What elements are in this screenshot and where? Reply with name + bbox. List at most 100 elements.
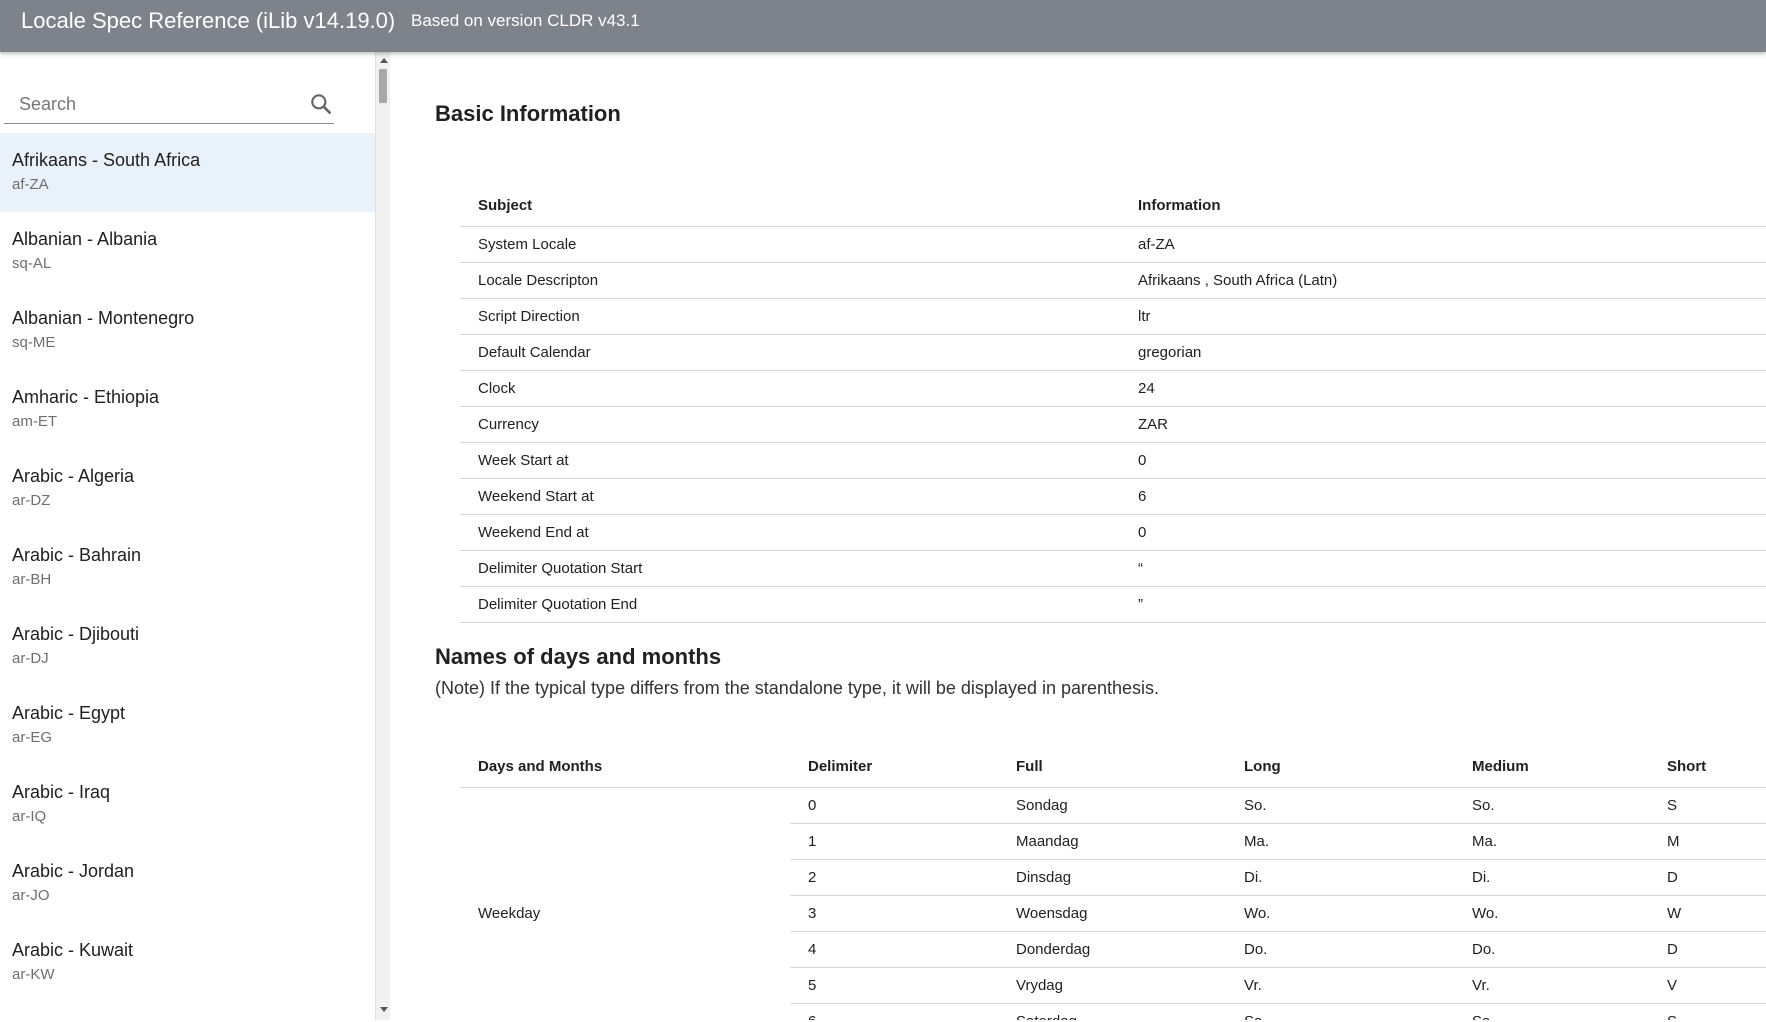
basic-info-heading: Basic Information xyxy=(435,101,621,126)
medium-cell: Sa. xyxy=(1454,1003,1649,1020)
column-header: Long xyxy=(1226,746,1454,788)
app-subtitle: Based on version CLDR v43.1 xyxy=(411,11,640,30)
locale-item[interactable]: Arabic - Djibouti ar-DJ xyxy=(0,607,375,686)
locale-item[interactable]: Arabic - Iraq ar-IQ xyxy=(0,765,375,844)
locale-name: Arabic - Algeria xyxy=(12,466,135,486)
info-cell: 0 xyxy=(1120,514,1766,551)
scrollbar-thumb[interactable] xyxy=(379,69,387,103)
locale-code: ar-BH xyxy=(12,571,52,588)
subject-cell: Delimiter Quotation Start xyxy=(460,550,1120,587)
locale-item[interactable]: Arabic - Jordan ar-JO xyxy=(0,844,375,923)
locale-item[interactable]: Albanian - Montenegro sq-ME xyxy=(0,291,375,370)
table-row: Week Start at 0 xyxy=(460,442,1766,479)
locale-name: Albanian - Montenegro xyxy=(12,308,195,328)
subject-cell: Default Calendar xyxy=(460,334,1120,371)
info-cell: 6 xyxy=(1120,478,1766,515)
medium-cell: Vr. xyxy=(1454,967,1649,1004)
table-row: Weekend End at 0 xyxy=(460,514,1766,551)
delimiter-cell: 1 xyxy=(790,823,998,860)
long-cell: Wo. xyxy=(1226,895,1454,932)
subject-cell: Weekend Start at xyxy=(460,478,1120,515)
locale-item[interactable]: Arabic - Bahrain ar-BH xyxy=(0,528,375,607)
info-cell: gregorian xyxy=(1120,334,1766,371)
column-header: Days and Months xyxy=(460,746,790,788)
names-table: Days and Months Delimiter Full Long Medi… xyxy=(460,746,1766,1020)
table-row: Delimiter Quotation Start “ xyxy=(460,550,1766,587)
delimiter-cell: 2 xyxy=(790,859,998,896)
short-cell: V xyxy=(1649,967,1766,1004)
locale-item[interactable]: Amharic - Ethiopia am-ET xyxy=(0,370,375,449)
info-cell: ltr xyxy=(1120,298,1766,335)
locale-code: am-ET xyxy=(12,413,57,430)
locale-name: Arabic - Egypt xyxy=(12,703,126,723)
delimiter-cell: 3 xyxy=(790,895,998,932)
locale-item[interactable]: Arabic - Algeria ar-DZ xyxy=(0,449,375,528)
locale-name: Albanian - Albania xyxy=(12,229,158,249)
main-content: Basic Information Subject Information Sy… xyxy=(390,52,1766,1020)
search-input[interactable] xyxy=(4,85,301,123)
info-cell: Afrikaans , South Africa (Latn) xyxy=(1120,262,1766,299)
medium-cell: Ma. xyxy=(1454,823,1649,860)
table-header-row: Days and Months Delimiter Full Long Medi… xyxy=(460,746,1766,788)
column-header: Information xyxy=(1120,185,1766,227)
full-cell: Vrydag xyxy=(998,967,1226,1004)
locale-item[interactable]: Arabic - Egypt ar-EG xyxy=(0,686,375,765)
sidebar: Afrikaans - South Africa af-ZA Albanian … xyxy=(0,52,375,1020)
scroll-down-icon[interactable] xyxy=(380,1007,388,1012)
long-cell: Di. xyxy=(1226,859,1454,896)
delimiter-cell: 0 xyxy=(790,787,998,824)
table-row: Weekday 0 Sondag So. So. S xyxy=(460,787,1766,922)
short-cell: D xyxy=(1649,931,1766,968)
locale-item[interactable]: Albanian - Albania sq-AL xyxy=(0,212,375,291)
subject-cell: Clock xyxy=(460,370,1120,407)
info-cell: “ xyxy=(1120,550,1766,587)
locale-code: ar-JO xyxy=(12,887,50,904)
locale-item[interactable]: Afrikaans - South Africa af-ZA xyxy=(0,133,375,212)
long-cell: Ma. xyxy=(1226,823,1454,860)
basic-info-table: Subject Information System Locale af-ZA L… xyxy=(460,185,1766,623)
subject-cell: System Locale xyxy=(460,226,1120,263)
full-cell: Dinsdag xyxy=(998,859,1226,896)
delimiter-cell: 6 xyxy=(790,1003,998,1020)
names-note: (Note) If the typical type differs from … xyxy=(435,678,1160,698)
locale-code: ar-DJ xyxy=(12,650,49,667)
search-icon[interactable] xyxy=(308,91,334,117)
search-box xyxy=(4,85,334,124)
table-row: Script Direction ltr xyxy=(460,298,1766,335)
subject-cell: Delimiter Quotation End xyxy=(460,586,1120,623)
full-cell: Woensdag xyxy=(998,895,1226,932)
medium-cell: Wo. xyxy=(1454,895,1649,932)
info-cell: ZAR xyxy=(1120,406,1766,443)
locale-code: af-ZA xyxy=(12,176,49,193)
scroll-up-icon[interactable] xyxy=(380,58,388,63)
column-header: Medium xyxy=(1454,746,1649,788)
subject-cell: Week Start at xyxy=(460,442,1120,479)
locale-name: Afrikaans - South Africa xyxy=(12,150,201,170)
medium-cell: Do. xyxy=(1454,931,1649,968)
locale-name: Arabic - Bahrain xyxy=(12,545,142,565)
table-row: Delimiter Quotation End” xyxy=(460,586,1766,623)
long-cell: So. xyxy=(1226,787,1454,824)
full-cell: Saterdag xyxy=(998,1003,1226,1020)
column-header: Subject xyxy=(460,185,1120,227)
info-cell: 24 xyxy=(1120,370,1766,407)
names-heading: Names of days and months xyxy=(435,644,722,669)
locale-code: ar-KW xyxy=(12,966,55,983)
column-header: Full xyxy=(998,746,1226,788)
medium-cell: So. xyxy=(1454,787,1649,824)
delimiter-cell: 5 xyxy=(790,967,998,1004)
app-header: Locale Spec Reference (iLib v14.19.0) Ba… xyxy=(0,0,1766,52)
locale-item[interactable]: Arabic - Kuwait ar-KW xyxy=(0,923,375,1002)
locale-code: sq-ME xyxy=(12,334,56,351)
sidebar-scrollbar[interactable] xyxy=(375,52,390,1020)
table-row: System Locale af-ZA xyxy=(460,226,1766,263)
table-row: Locale Descripton Afrikaans , South Afric… xyxy=(460,262,1766,299)
short-cell: M xyxy=(1649,823,1766,860)
table-row: Weekend Start at 6 xyxy=(460,478,1766,515)
long-cell: Do. xyxy=(1226,931,1454,968)
locale-code: sq-AL xyxy=(12,255,52,272)
locale-name: Arabic - Jordan xyxy=(12,861,135,881)
locale-list: Afrikaans - South Africa af-ZA Albanian … xyxy=(0,133,375,1002)
full-cell: Donderdag xyxy=(998,931,1226,968)
full-cell: Maandag xyxy=(998,823,1226,860)
